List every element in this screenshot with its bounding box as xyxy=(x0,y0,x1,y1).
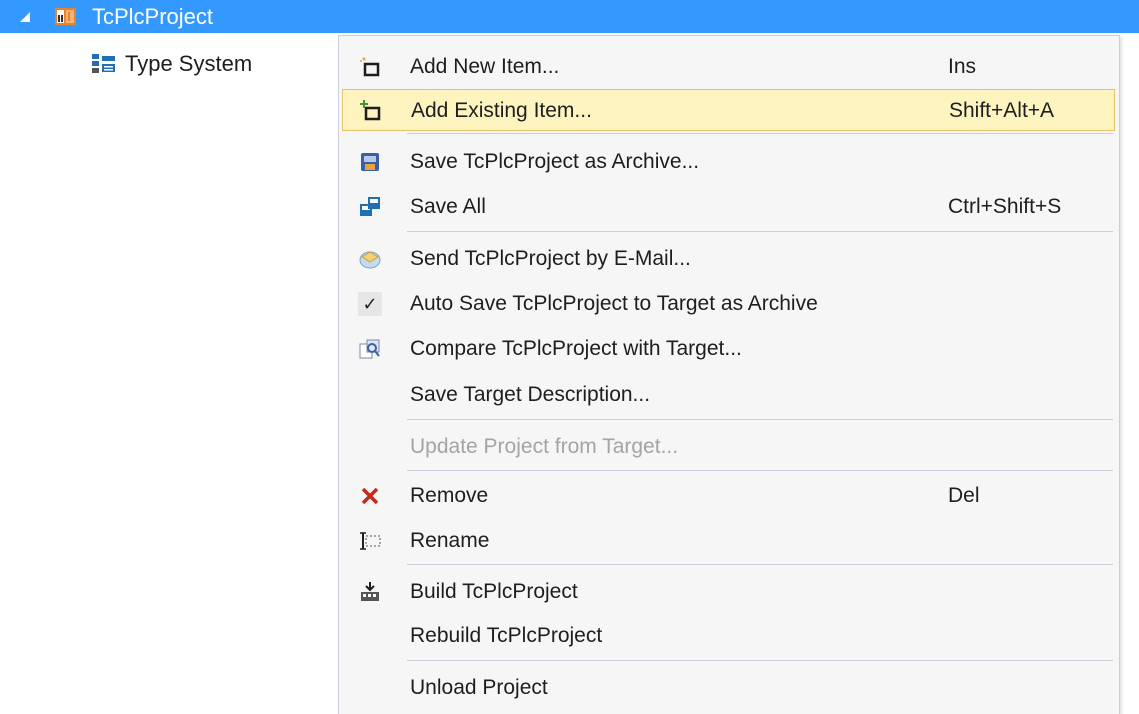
menu-item-auto-save-archive[interactable]: ✓ Auto Save TcPlcProject to Target as Ar… xyxy=(342,283,1115,325)
menu-separator xyxy=(407,660,1113,661)
compare-icon xyxy=(358,337,382,361)
menu-item-remove[interactable]: Remove Del xyxy=(342,475,1115,517)
save-archive-icon xyxy=(358,150,382,174)
menu-separator xyxy=(407,231,1113,232)
context-menu: Add New Item... Ins Add Existing Item...… xyxy=(338,35,1120,714)
build-icon xyxy=(358,580,382,604)
menu-separator xyxy=(407,133,1113,134)
rename-icon xyxy=(358,529,382,553)
add-existing-item-icon xyxy=(359,99,383,123)
tree-node-label: TcPlcProject xyxy=(92,4,214,29)
menu-item-add-existing-item[interactable]: Add Existing Item... Shift+Alt+A xyxy=(342,89,1115,131)
save-all-icon xyxy=(358,195,382,219)
tree-node-tcplcproject[interactable]: TcPlcProject xyxy=(0,0,1139,33)
menu-item-rename[interactable]: Rename xyxy=(342,520,1115,562)
menu-item-save-all[interactable]: Save All Ctrl+Shift+S xyxy=(342,186,1115,228)
menu-item-unload-project[interactable]: Unload Project xyxy=(342,667,1115,709)
menu-item-send-email[interactable]: Send TcPlcProject by E-Mail... xyxy=(342,238,1115,280)
menu-separator xyxy=(407,419,1113,420)
menu-item-save-archive[interactable]: Save TcPlcProject as Archive... xyxy=(342,141,1115,183)
menu-item-compare-target[interactable]: Compare TcPlcProject with Target... xyxy=(342,328,1115,370)
type-system-icon xyxy=(92,54,115,73)
plc-project-icon xyxy=(55,8,76,25)
menu-item-update-project-from-target: Update Project from Target... xyxy=(410,435,679,458)
tree-node-label: Type System xyxy=(125,51,253,76)
checkmark-icon: ✓ xyxy=(358,292,382,316)
remove-x-icon xyxy=(358,484,382,508)
menu-item-build[interactable]: Build TcPlcProject xyxy=(342,571,1115,613)
menu-item-rebuild[interactable]: Rebuild TcPlcProject xyxy=(342,615,1115,657)
expand-collapse-icon[interactable] xyxy=(20,12,30,22)
menu-separator xyxy=(407,564,1113,565)
tree-node-type-system[interactable]: Type System xyxy=(92,48,252,80)
email-icon xyxy=(358,247,382,271)
menu-item-save-target-description[interactable]: Save Target Description... xyxy=(342,374,1115,416)
menu-item-add-new-item[interactable]: Add New Item... Ins xyxy=(342,46,1115,88)
menu-separator xyxy=(407,470,1113,471)
add-new-item-icon xyxy=(358,55,382,79)
